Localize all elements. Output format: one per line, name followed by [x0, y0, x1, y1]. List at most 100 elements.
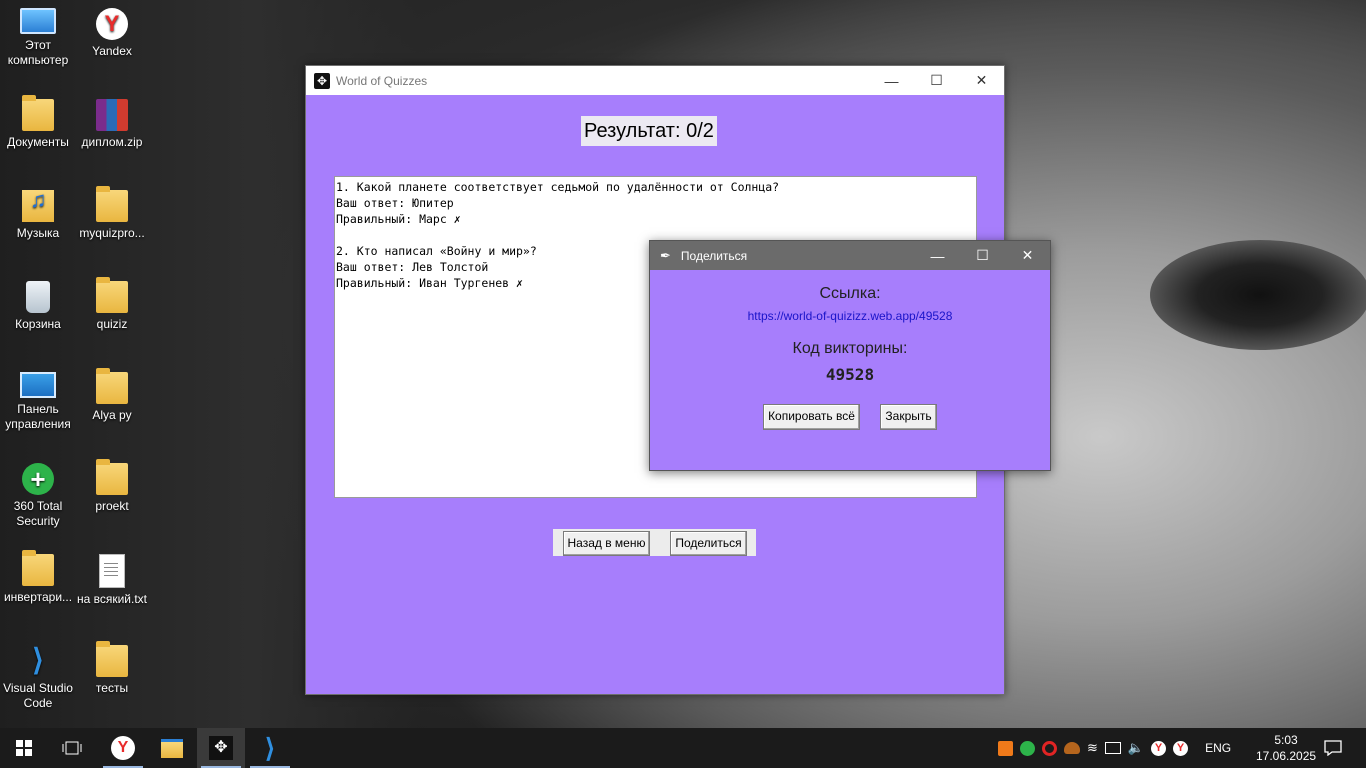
winrar-archive-icon — [96, 99, 128, 131]
back-to-menu-button[interactable]: Назад в меню — [563, 531, 650, 556]
music-folder-icon — [22, 190, 54, 222]
desktop-icon-alya-py[interactable]: Alya py — [74, 368, 150, 423]
folder-icon — [96, 368, 128, 404]
minimize-button[interactable]: — — [869, 66, 914, 95]
360-security-icon: + — [22, 463, 54, 495]
control-panel-icon — [20, 372, 56, 398]
desktop-icon-label: на всякий.txt — [76, 592, 148, 606]
window-title: World of Quizzes — [336, 73, 428, 88]
copy-all-button[interactable]: Копировать всё — [763, 404, 860, 430]
desktop-icon-vscode[interactable]: ⟩ Visual Studio Code — [0, 645, 76, 711]
desktop-icon-proekt[interactable]: proekt — [74, 459, 150, 514]
review-line: 1. Какой планете соответствует седьмой п… — [336, 180, 780, 194]
recycle-bin-icon — [26, 281, 50, 313]
review-line: Ваш ответ: Юпитер — [336, 196, 454, 210]
quiz-code-label: Код викторины: — [792, 340, 908, 357]
desktop-icon-label: Музыка — [16, 226, 60, 240]
desktop-icon-this-pc[interactable]: Этот компьютер — [0, 8, 76, 68]
taskbar-yandex[interactable]: Y — [99, 728, 147, 768]
clock-date: 17.06.2025 — [1256, 749, 1317, 763]
taskbar: Y ✥ ⟩ ≋ 🔈 Y Y ENG 5:03 17.06.2025 — [0, 728, 1366, 768]
task-view-icon — [62, 741, 82, 755]
battery-icon[interactable] — [1104, 742, 1121, 754]
opera-icon[interactable] — [1042, 740, 1057, 756]
folder-icon — [96, 277, 128, 313]
wifi-icon[interactable]: ≋ — [1087, 740, 1098, 756]
desktop-icon-yandex[interactable]: Y Yandex — [74, 8, 150, 59]
desktop-icon-quiziz[interactable]: quiziz — [74, 277, 150, 332]
vscode-icon: ⟩ — [264, 732, 276, 763]
folder-icon — [96, 641, 128, 677]
desktop-icon-inventari[interactable]: инвертари... — [0, 550, 76, 605]
desktop-icon-music[interactable]: Музыка — [0, 190, 76, 241]
result-label: Результат: 0/2 — [581, 116, 717, 146]
link-label: Ссылка: — [819, 285, 881, 302]
text-file-icon — [99, 554, 125, 588]
maximize-button[interactable]: ☐ — [960, 241, 1005, 270]
close-button[interactable]: ✕ — [959, 66, 1004, 95]
desktop-icon-label: Visual Studio Code — [3, 681, 73, 710]
folder-icon — [96, 459, 128, 495]
notification-icon — [1324, 740, 1342, 756]
desktop-icon-label: Этот компьютер — [7, 38, 69, 67]
desktop-icon-label: тесты — [95, 681, 129, 695]
dialog-title: Поделиться — [680, 248, 748, 263]
taskbar-vscode[interactable]: ⟩ — [246, 728, 294, 768]
close-button[interactable]: ✕ — [1005, 241, 1050, 270]
start-button[interactable] — [0, 728, 48, 768]
computer-icon — [20, 8, 56, 34]
desktop-icon-myquizpro[interactable]: myquizpro... — [74, 186, 150, 241]
file-explorer-icon — [161, 738, 183, 758]
taskbar-file-explorer[interactable] — [148, 728, 196, 768]
desktop-icon-label: proekt — [95, 499, 129, 513]
desktop-icon-recycle-bin[interactable]: Корзина — [0, 281, 76, 332]
yandex-browser-icon: Y — [96, 8, 128, 40]
share-link[interactable]: https://world-of-quizizz.web.app/49528 — [650, 309, 1050, 323]
button-bar: Назад в меню Поделиться — [553, 529, 756, 556]
desktop-icon-label: quiziz — [96, 317, 128, 331]
desktop-icon-label: Документы — [7, 135, 69, 149]
vscode-icon: ⟩ — [32, 644, 44, 677]
desktop-icon-documents[interactable]: Документы — [0, 95, 76, 150]
desktop-icon-diplom-zip[interactable]: диплом.zip — [74, 99, 150, 150]
yandex-browser-icon[interactable]: Y — [1151, 740, 1167, 756]
window-titlebar[interactable]: ✥ World of Quizzes — ☐ ✕ — [306, 66, 1004, 95]
tray-app-icon[interactable] — [998, 740, 1013, 756]
desktop-icon-360-security[interactable]: + 360 Total Security — [0, 463, 76, 529]
share-button[interactable]: Поделиться — [670, 531, 747, 556]
share-dialog: ✒ Поделиться — ☐ ✕ Ссылка: https://world… — [649, 240, 1051, 471]
action-center-button[interactable] — [1310, 728, 1356, 768]
app-icon: ✥ — [209, 736, 233, 760]
file-icon — [22, 550, 54, 586]
yandex-browser-icon[interactable]: Y — [1173, 740, 1189, 756]
tray-app-icon[interactable] — [1064, 742, 1080, 754]
desktop-icon-label: Alya py — [92, 408, 132, 422]
minimize-button[interactable]: — — [915, 241, 960, 270]
clock-time: 5:03 — [1274, 733, 1298, 747]
review-line: Правильный: Марс ✗ — [336, 212, 461, 226]
language-indicator[interactable]: ENG — [1205, 741, 1231, 755]
desktop-icon-label: myquizpro... — [79, 226, 145, 240]
system-tray: ≋ 🔈 Y Y ENG — [998, 728, 1231, 768]
yandex-browser-icon: Y — [111, 736, 135, 760]
app-icon: ✥ — [314, 72, 330, 89]
volume-icon[interactable]: 🔈 — [1128, 740, 1144, 756]
desktop-icon-na-vsyakiy[interactable]: на всякий.txt — [74, 554, 150, 607]
dialog-titlebar[interactable]: ✒ Поделиться — ☐ ✕ — [650, 241, 1050, 270]
taskbar-world-of-quizzes[interactable]: ✥ — [197, 728, 245, 768]
feather-icon: ✒ — [660, 247, 671, 263]
desktop-icon-label: 360 Total Security — [13, 499, 63, 528]
folder-icon — [96, 186, 128, 222]
desktop-icon-testy[interactable]: тесты — [74, 641, 150, 696]
close-dialog-button[interactable]: Закрыть — [880, 404, 937, 430]
desktop-icon-label: Корзина — [15, 317, 61, 331]
360-security-icon[interactable] — [1020, 740, 1035, 756]
desktop-icon-label: диплом.zip — [81, 135, 143, 149]
clock[interactable]: 5:03 17.06.2025 — [1256, 732, 1316, 764]
windows-icon — [16, 740, 32, 756]
wallpaper-eye — [1150, 240, 1366, 350]
task-view-button[interactable] — [48, 728, 96, 768]
desktop-icon-label: инвертари... — [3, 590, 73, 604]
maximize-button[interactable]: ☐ — [914, 66, 959, 95]
desktop-icon-control-panel[interactable]: Панель управления — [0, 372, 76, 432]
